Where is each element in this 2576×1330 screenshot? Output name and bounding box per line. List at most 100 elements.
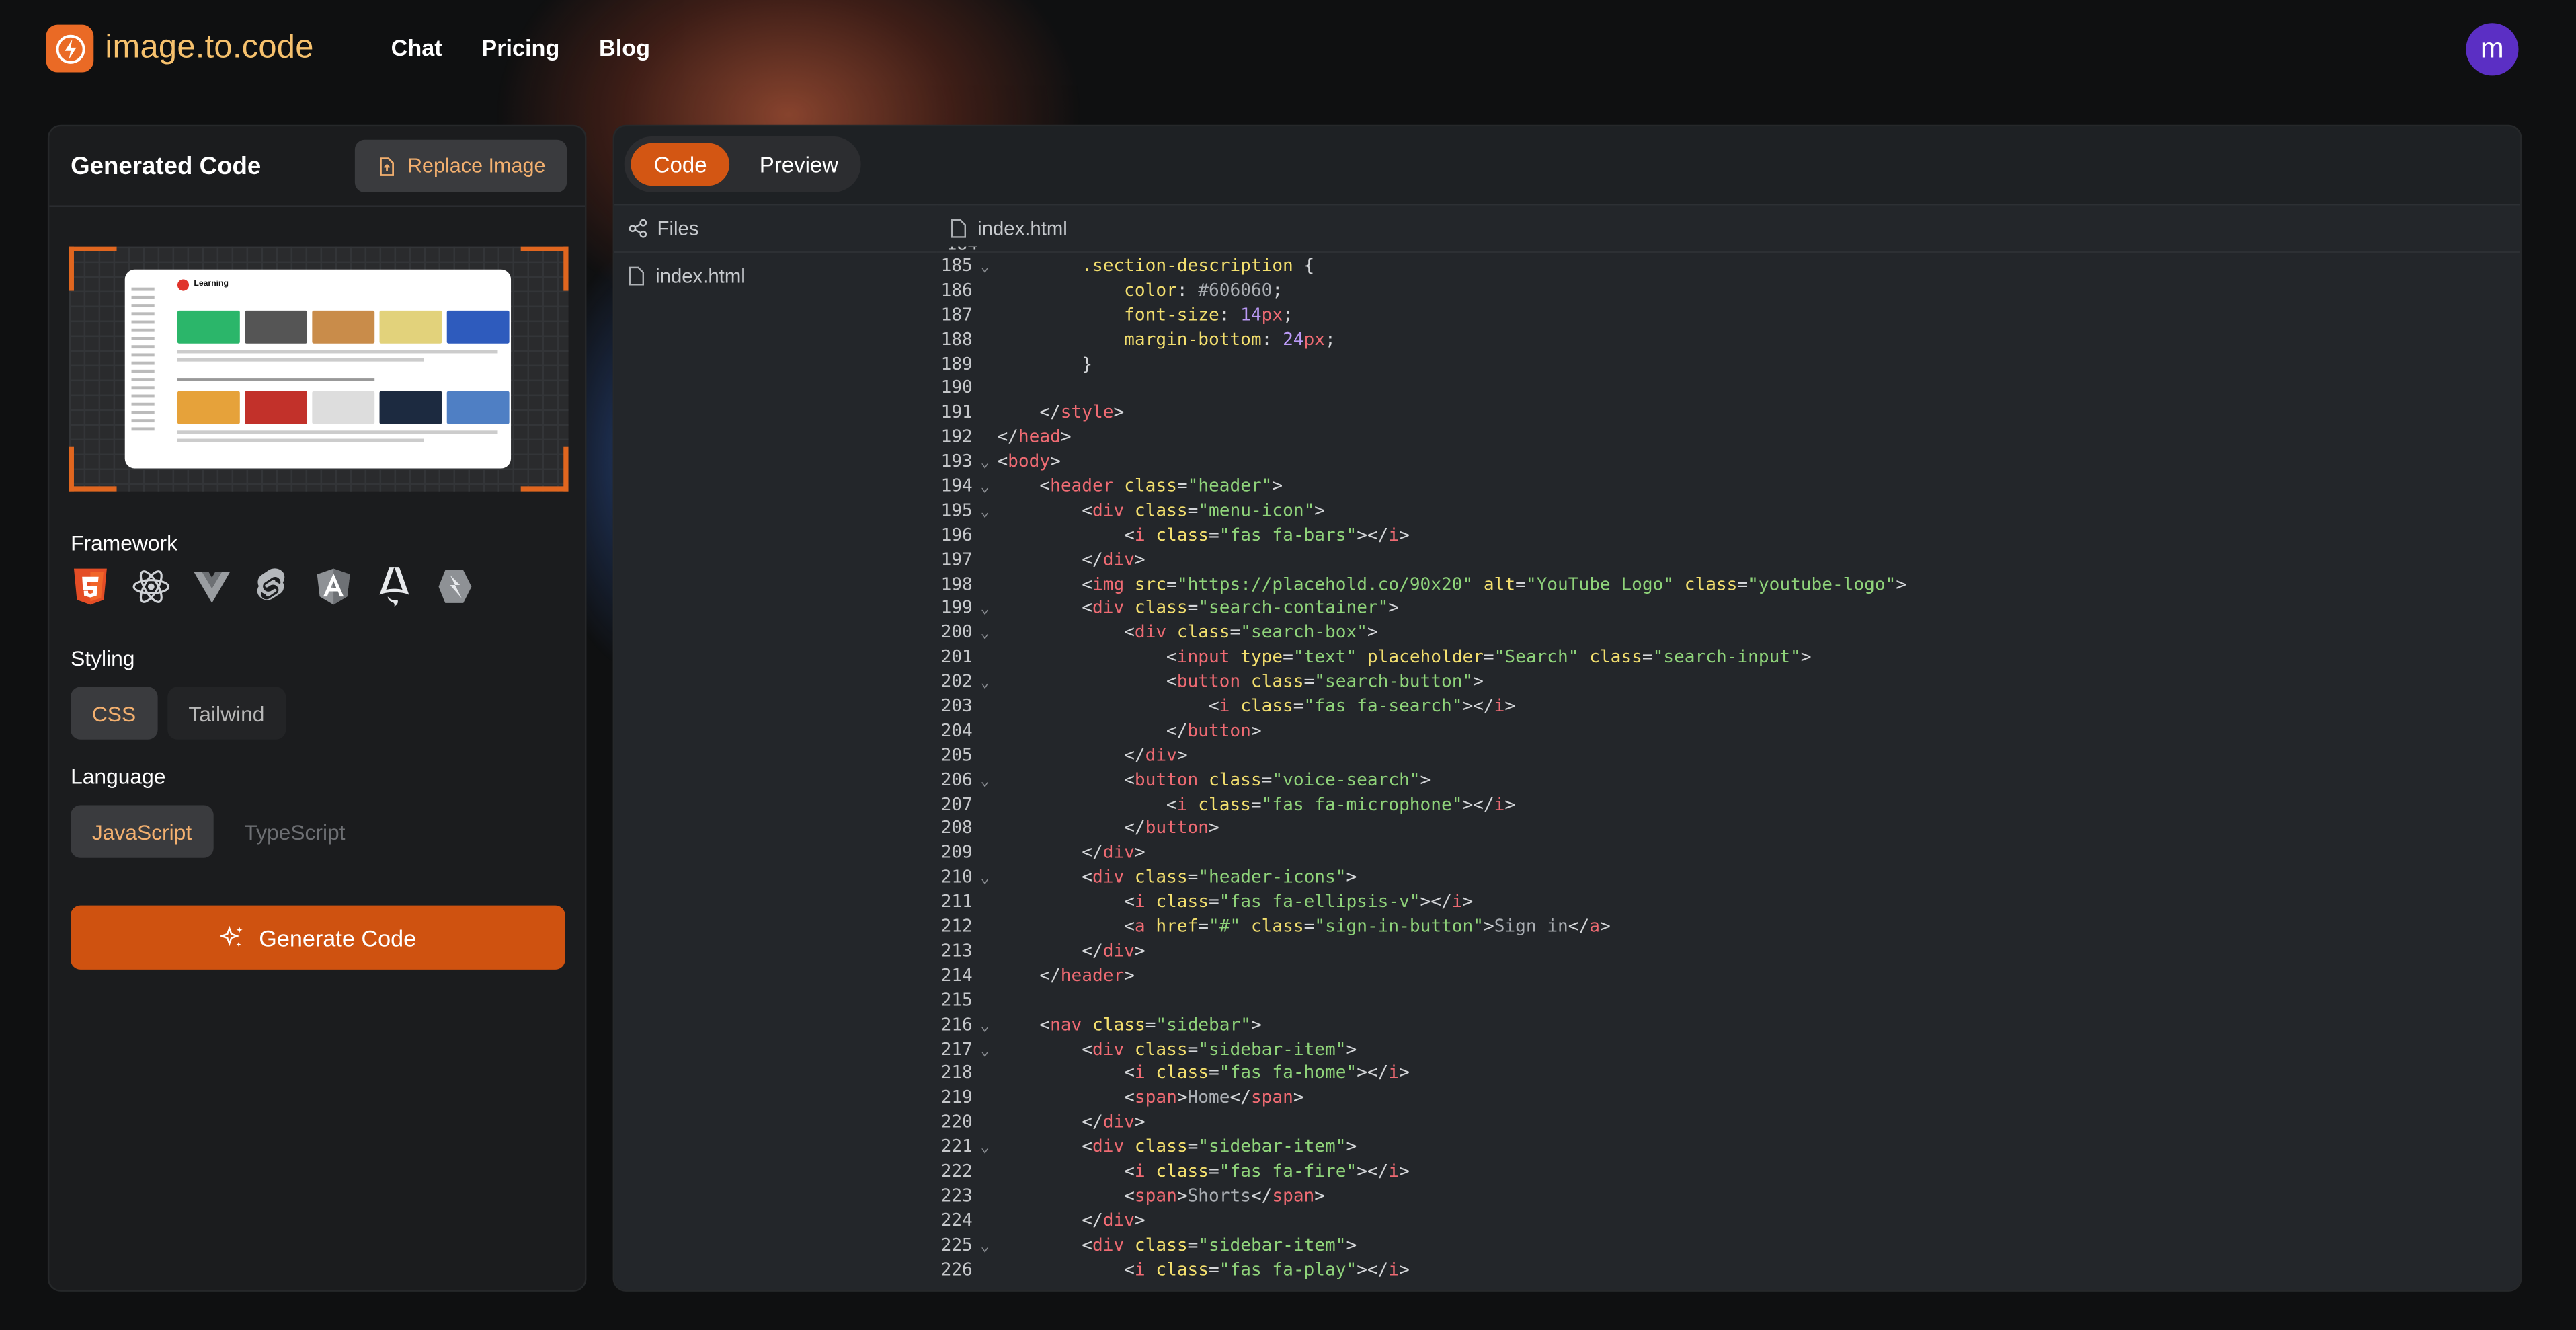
- code-token: "sidebar": [1156, 1013, 1251, 1035]
- user-avatar[interactable]: m: [2466, 23, 2519, 76]
- code-token: "fas fa-ellipsis-v": [1219, 890, 1420, 912]
- react-icon[interactable]: [132, 567, 171, 607]
- code-token: <: [997, 793, 1177, 815]
- code-line: 205 </div>: [936, 744, 2520, 769]
- svelte-icon[interactable]: [253, 567, 292, 607]
- fold-chevron-icon[interactable]: ⌄: [973, 672, 998, 697]
- code-token: =: [1187, 1135, 1199, 1157]
- styling-tailwind-option[interactable]: Tailwind: [167, 687, 286, 740]
- preview-tab[interactable]: Preview: [737, 143, 862, 186]
- code-token: =: [1145, 1013, 1156, 1035]
- code-token: >: [1346, 1233, 1357, 1255]
- code-token: class: [1250, 915, 1304, 937]
- file-item-index-html[interactable]: index.html: [614, 256, 936, 296]
- code-token: <: [997, 866, 1093, 888]
- code-token: "text": [1293, 646, 1357, 668]
- line-content: </div>: [997, 842, 1145, 863]
- fold-chevron-icon[interactable]: ⌄: [973, 501, 998, 525]
- code-token: ></: [1357, 524, 1389, 545]
- code-line: 200 ⌄ <div class="search-box">: [936, 621, 2520, 648]
- vue-icon[interactable]: [192, 567, 232, 607]
- code-tab[interactable]: Code: [631, 143, 730, 186]
- code-token: i: [1219, 695, 1230, 717]
- language-javascript-option[interactable]: JavaScript: [71, 805, 213, 858]
- fold-chevron-icon[interactable]: ⌄: [973, 1137, 998, 1161]
- generate-code-button[interactable]: Generate Code: [71, 905, 565, 970]
- code-token: =: [1187, 1038, 1199, 1060]
- code-token: >: [1250, 1013, 1262, 1035]
- code-token: >: [1250, 719, 1262, 742]
- code-token: "sidebar-item": [1198, 1233, 1346, 1255]
- line-number: 212: [940, 915, 973, 937]
- code-line: 214 </header>: [936, 964, 2520, 988]
- brand-logo[interactable]: image.to.code: [46, 24, 313, 73]
- code-token: <: [997, 621, 1135, 643]
- code-token: {: [1293, 254, 1315, 276]
- line-number: 194: [940, 475, 973, 497]
- code-token: i: [1134, 1062, 1145, 1084]
- code-token: i: [1388, 1160, 1400, 1182]
- code-token: placeholder: [1367, 646, 1484, 668]
- angular-icon[interactable]: [314, 567, 354, 607]
- code-editor[interactable]: index.html 184 185⌄ .section-description…: [936, 205, 2520, 1290]
- code-token: class: [1134, 1233, 1188, 1255]
- fold-chevron-icon[interactable]: ⌄: [973, 868, 998, 892]
- code-token: "menu-icon": [1198, 499, 1315, 521]
- styling-css-option[interactable]: CSS: [71, 687, 157, 740]
- code-token: >: [1176, 744, 1188, 766]
- nav-pricing[interactable]: Pricing: [481, 34, 559, 61]
- line-number: 207: [940, 793, 973, 815]
- fold-chevron-icon[interactable]: ⌄: [973, 770, 998, 794]
- code-token: >: [1462, 890, 1474, 912]
- fold-chevron-icon[interactable]: ⌄: [973, 256, 998, 280]
- line-content: <i class="fas fa-bars"></i>: [997, 524, 1410, 545]
- fold-chevron-icon[interactable]: ⌄: [973, 1235, 998, 1259]
- fold-chevron-icon[interactable]: ⌄: [973, 1040, 998, 1064]
- code-line: 202 ⌄ <button class="search-button">: [936, 670, 2520, 697]
- code-token: >: [1504, 695, 1516, 717]
- qwik-icon[interactable]: [436, 567, 475, 607]
- language-typescript-option[interactable]: TypeScript: [223, 806, 367, 858]
- line-number: 204: [940, 719, 973, 742]
- html5-icon[interactable]: [71, 567, 110, 607]
- code-token: </: [1568, 915, 1590, 937]
- line-content: </div>: [997, 1209, 1145, 1230]
- fold-chevron-icon[interactable]: ⌄: [973, 623, 998, 648]
- code-token: "header-icons": [1198, 866, 1346, 888]
- astro-icon[interactable]: [374, 567, 414, 607]
- code-token: div: [1145, 744, 1177, 766]
- code-token: >: [1399, 1062, 1410, 1084]
- line-number: 218: [940, 1062, 973, 1084]
- code-token: =: [1166, 572, 1177, 594]
- code-token: =: [1303, 670, 1315, 693]
- line-number: 197: [940, 548, 973, 570]
- fold-chevron-icon[interactable]: ⌄: [973, 477, 998, 501]
- code-token: </: [1230, 1087, 1251, 1108]
- line-number: 203: [940, 695, 973, 717]
- thumbnail-text: [177, 350, 498, 354]
- replace-image-button[interactable]: Replace Image: [354, 139, 567, 192]
- fold-chevron-icon[interactable]: ⌄: [973, 452, 998, 476]
- code-token: input: [1176, 646, 1230, 668]
- fold-chevron-icon[interactable]: ⌄: [973, 599, 998, 623]
- nav-blog[interactable]: Blog: [599, 34, 650, 61]
- uploaded-image-preview[interactable]: Learning: [69, 246, 569, 492]
- fold-chevron-icon[interactable]: ⌄: [973, 1015, 998, 1039]
- crop-corner: [69, 246, 117, 291]
- nav-chat[interactable]: Chat: [391, 34, 442, 61]
- code-line: 199 ⌄ <div class="search-container">: [936, 597, 2520, 623]
- code-token: >: [1473, 670, 1484, 693]
- code-line: 213 </div>: [936, 940, 2520, 966]
- editor-tab[interactable]: index.html: [936, 205, 2520, 253]
